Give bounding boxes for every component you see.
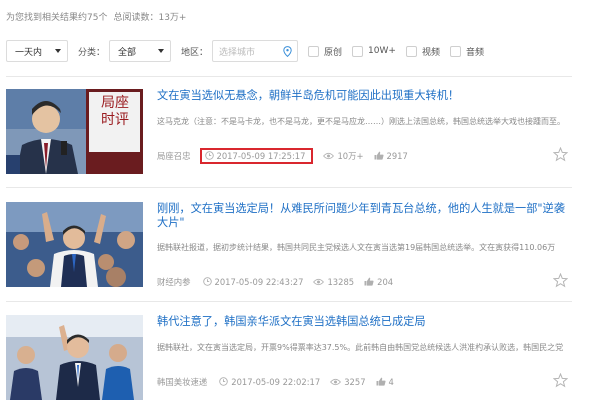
region-label: 地区： — [181, 47, 209, 58]
publish-time: 2017-05-09 22:02:17 — [231, 376, 321, 387]
star-icon[interactable] — [553, 373, 568, 388]
thumbnail-image — [6, 202, 143, 287]
thumbnail-image — [6, 315, 143, 400]
location-pin-icon — [283, 45, 292, 57]
category-value: 全部 — [118, 47, 137, 58]
checkbox-label: 10W+ — [368, 46, 396, 56]
filter-10w-checkbox[interactable]: 10W+ — [352, 45, 396, 57]
publish-time: 2017-05-09 22:43:27 — [214, 276, 304, 287]
view-count-value: 3257 — [344, 376, 366, 387]
results-count-text: 为您找到相关结果约75个 — [6, 13, 108, 23]
article-source[interactable]: 韩国美妆速递 — [157, 376, 207, 388]
publish-time-highlighted: 2017-05-09 17:25:17 — [199, 147, 314, 164]
article-meta: 局座召忠 2017-05-09 17:25:17 10万+ 2917 — [157, 147, 408, 164]
total-reads-label: 总阅读数： — [113, 13, 159, 23]
total-reads-value: 13万+ — [158, 13, 187, 23]
view-count-value: 10万+ — [337, 150, 364, 161]
article-thumbnail[interactable]: 局座 时评 — [6, 89, 143, 174]
city-select-input[interactable]: 选择城市 — [212, 40, 299, 62]
eye-icon — [313, 278, 325, 286]
city-placeholder: 选择城市 — [219, 47, 256, 58]
filter-bar: 一天内 分类： 全部 地区： 选择城市 原创 10W+ 视频 音频 — [6, 40, 484, 62]
checkbox-label: 视频 — [421, 47, 440, 58]
filter-original-checkbox[interactable]: 原创 — [308, 45, 342, 58]
category-label: 分类： — [78, 47, 106, 58]
article-title-link[interactable]: 刚刚，文在寅当选定局！从难民所问题少年到青瓦台总统，他的人生就是一部"逆袭大片" — [157, 202, 567, 230]
clock-icon — [204, 151, 214, 160]
divider — [6, 301, 572, 302]
view-count: 13285 — [313, 277, 354, 287]
checkbox-box[interactable] — [405, 45, 417, 57]
chevron-down-icon — [158, 49, 165, 53]
checkbox-label: 音频 — [465, 47, 484, 58]
checkbox-label: 原创 — [324, 47, 343, 58]
filter-audio-checkbox[interactable]: 音频 — [449, 45, 484, 58]
article-snippet: 这马克龙（注意：不是马卡龙，也不是马龙，更不是马应龙……）刚选上法国总统，韩国总… — [157, 117, 565, 126]
publish-time-group: 2017-05-09 22:02:17 — [219, 377, 320, 387]
article-item: 韩代注意了，韩国亲华派文在寅当选韩国总统已成定局 据韩联社，文在寅当选定局，开票… — [6, 315, 572, 405]
thumbs-up-icon — [374, 151, 384, 160]
checkbox-box[interactable] — [308, 45, 320, 57]
article-source[interactable]: 财经内参 — [157, 276, 191, 288]
view-count: 3257 — [330, 376, 366, 387]
article-snippet: 据韩联社，文在寅当选定局，开票9%得票率达37.5%。此前韩自由韩国党总统候选人… — [157, 343, 564, 352]
like-count-value: 2917 — [386, 150, 408, 161]
checkbox-box[interactable] — [352, 45, 364, 57]
view-count-value: 13285 — [327, 276, 355, 287]
article-thumbnail[interactable] — [6, 315, 143, 400]
publish-time-group: 2017-05-09 22:43:27 — [202, 276, 304, 287]
article-meta: 韩国美妆速递 2017-05-09 22:02:17 3257 4 — [157, 375, 394, 388]
chevron-down-icon — [55, 49, 61, 53]
like-count-value: 4 — [388, 376, 394, 387]
thumbnail-caption: 局座 时评 — [101, 95, 129, 128]
checkbox-box[interactable] — [449, 45, 461, 57]
publish-time: 2017-05-09 17:25:17 — [216, 150, 306, 161]
clock-icon — [219, 377, 228, 386]
article-meta: 财经内参 2017-05-09 22:43:27 13285 204 — [157, 275, 393, 288]
article-title-link[interactable]: 文在寅当选似无悬念，朝鲜半岛危机可能因此出现重大转机！ — [157, 89, 567, 103]
time-range-value: 一天内 — [15, 47, 43, 58]
eye-icon — [330, 378, 342, 386]
like-count-value: 204 — [377, 276, 394, 287]
article-thumbnail[interactable] — [6, 202, 143, 287]
article-title-link[interactable]: 韩代注意了，韩国亲华派文在寅当选韩国总统已成定局 — [157, 315, 567, 329]
star-icon[interactable] — [553, 273, 568, 288]
like-count: 204 — [364, 277, 393, 287]
view-count: 10万+ — [323, 150, 364, 162]
category-select[interactable]: 全部 — [109, 40, 172, 62]
divider — [6, 76, 572, 77]
article-item: 局座 时评 文在寅当选似无悬念，朝鲜半岛危机可能因此出现重大转机！ 这马克龙（注… — [6, 89, 572, 179]
time-range-select[interactable]: 一天内 — [6, 40, 68, 62]
thumbs-up-icon — [376, 377, 386, 386]
divider — [6, 187, 572, 188]
clock-icon — [202, 277, 212, 286]
like-count: 2917 — [374, 151, 408, 161]
thumbs-up-icon — [364, 277, 374, 286]
star-icon[interactable] — [553, 147, 568, 162]
filter-video-checkbox[interactable]: 视频 — [405, 45, 440, 58]
article-snippet: 据韩联社报道，据初步统计结果，韩国共同民主党候选人文在寅当选第19届韩国总统选举… — [157, 243, 556, 252]
article-source[interactable]: 局座召忠 — [157, 150, 191, 162]
article-item: 刚刚，文在寅当选定局！从难民所问题少年到青瓦台总统，他的人生就是一部"逆袭大片"… — [6, 202, 572, 292]
eye-icon — [323, 152, 335, 160]
like-count: 4 — [376, 377, 394, 387]
results-summary: 为您找到相关结果约75个 总阅读数：13万+ — [6, 10, 186, 23]
